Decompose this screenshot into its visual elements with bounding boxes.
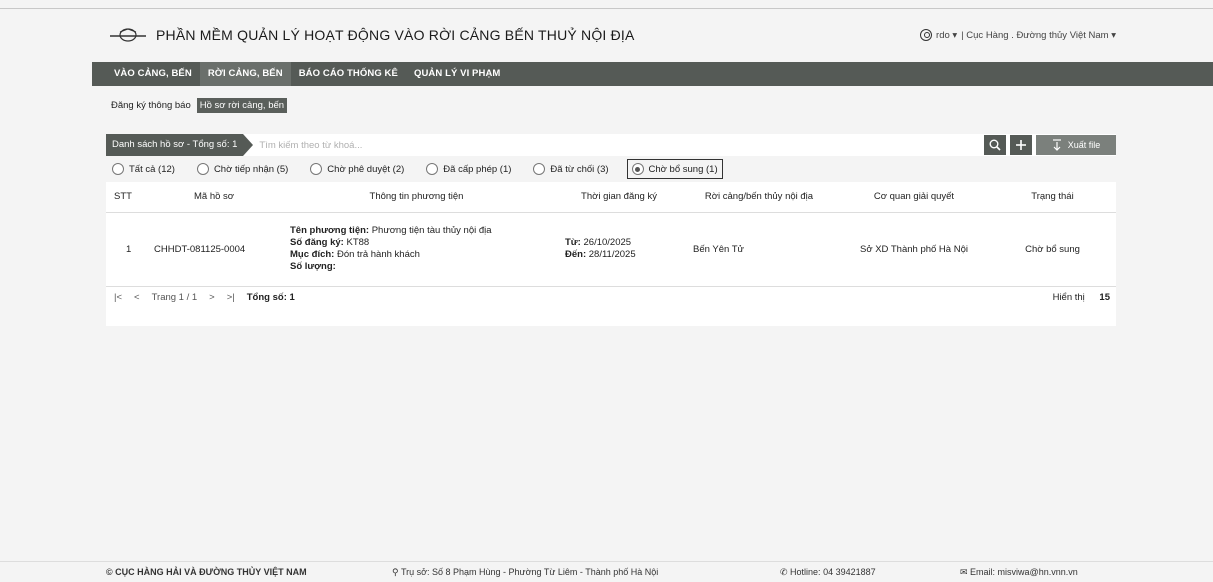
next-page-button[interactable]: > — [209, 292, 215, 303]
search-icon — [989, 139, 1001, 151]
filter-label: Đã từ chối (3) — [550, 163, 609, 175]
footer: © CỤC HÀNG HẢI VÀ ĐƯỜNG THỦY VIỆT NAM ⚲ … — [0, 561, 1213, 582]
main-nav: VÀO CẢNG, BẾN RỜI CẢNG, BẾN BÁO CÁO THỐN… — [92, 62, 1213, 86]
user-icon — [920, 29, 933, 41]
purpose: Đón trả hành khách — [336, 249, 420, 260]
table-header-row: STT Mã hồ sơ Thông tin phương tiện Thời … — [106, 182, 1116, 213]
download-icon — [1052, 139, 1061, 151]
subtab-ho-so[interactable]: Hồ sơ rời cảng, bến — [196, 98, 288, 113]
vehicle-name: Phương tiện tàu thủy nội địa — [371, 225, 492, 236]
cell-code[interactable]: CHHDT-081125-0004 — [154, 212, 274, 287]
page-size-value: 15 — [1099, 292, 1110, 303]
search-button[interactable] — [984, 135, 1006, 155]
filter-cho-tiep-nhan[interactable]: Chờ tiếp nhận (5) — [193, 159, 292, 179]
reg-number: KT88 — [346, 237, 370, 248]
footer-hotline-text: Hotline: 04 39421887 — [790, 566, 876, 577]
filter-label: Đã cấp phép (1) — [443, 163, 512, 175]
filter-da-cap-phep[interactable]: Đã cấp phép (1) — [422, 159, 515, 179]
radio-icon[interactable] — [426, 163, 439, 175]
location-icon: ⚲ — [392, 566, 401, 577]
filter-da-tu-choi[interactable]: Đã từ chối (3) — [529, 159, 612, 179]
col-co-quan: Cơ quan giải quyết — [839, 182, 989, 213]
last-page-button[interactable]: >| — [227, 292, 235, 303]
sub-tabs: Đăng ký thông báo Hồ sơ rời cảng, bến — [108, 98, 288, 113]
nav-vao-cang[interactable]: VÀO CẢNG, BẾN — [106, 62, 200, 86]
radio-icon[interactable] — [112, 163, 124, 175]
app-title: PHẦN MỀM QUẢN LÝ HOẠT ĐỘNG VÀO RỜI CẢNG … — [156, 27, 635, 43]
plus-icon — [1016, 140, 1026, 150]
filter-label: Chờ phê duyệt (2) — [327, 163, 405, 175]
cell-stt: 1 — [106, 212, 154, 287]
search-input[interactable] — [259, 135, 560, 155]
purpose-label: Mục đích: — [290, 249, 335, 260]
mail-icon: ✉ — [960, 566, 971, 577]
cell-port: Bến Yên Tử — [679, 212, 839, 287]
footer-address: ⚲ Trụ sở: Số 8 Phạm Hùng - Phường Từ Liê… — [392, 567, 658, 578]
col-ma-ho-so: Mã hồ sơ — [154, 182, 274, 213]
pagination: |< < Trang 1 / 1 > >| Tổng số: 1 Hiển th… — [106, 287, 1116, 309]
app-header: PHẦN MỀM QUẢN LÝ HOẠT ĐỘNG VÀO RỜI CẢNG … — [106, 22, 1116, 48]
subtab-dang-ky[interactable]: Đăng ký thông báo — [108, 98, 194, 113]
cell-status: Chờ bổ sung — [989, 212, 1116, 287]
page-size[interactable]: Hiển thị 15 — [1053, 292, 1110, 303]
filter-all[interactable]: Tất cả (12) — [108, 159, 179, 179]
col-thong-tin: Thông tin phương tiện — [274, 182, 559, 213]
qty-label: Số lượng: — [290, 261, 336, 272]
page-indicator: Trang 1 / 1 — [151, 292, 198, 303]
footer-hotline: ✆ Hotline: 04 39421887 — [780, 567, 876, 578]
filter-label: Chờ tiếp nhận (5) — [213, 163, 289, 175]
from-label: Từ: — [565, 237, 581, 248]
cell-agency: Sở XD Thành phố Hà Nội — [839, 212, 989, 287]
cell-vehicle-info: Tên phương tiện: Phương tiện tàu thủy nộ… — [274, 212, 559, 287]
user-area[interactable]: rdo ▾ | Cục Hàng . Đường thủy Việt Nam ▾ — [920, 29, 1116, 41]
logo-icon — [106, 24, 150, 46]
first-page-button[interactable]: |< — [114, 292, 122, 303]
footer-address-text: Trụ sở: Số 8 Phạm Hùng - Phường Từ Liêm … — [400, 566, 659, 577]
to-date: 28/11/2025 — [588, 249, 636, 260]
radio-icon[interactable] — [310, 163, 323, 175]
list-title: Danh sách hồ sơ - Tổng số: 1 — [106, 134, 254, 156]
filter-cho-phe-duyet[interactable]: Chờ phê duyệt (2) — [306, 159, 408, 179]
status-filters: Tất cả (12) Chờ tiếp nhận (5) Chờ phê du… — [106, 156, 1116, 182]
filter-cho-bo-sung[interactable]: Chờ bổ sung (1) — [626, 159, 723, 179]
phone-icon: ✆ — [780, 566, 791, 577]
filter-label: Chờ bổ sung (1) — [648, 163, 718, 175]
col-stt: STT — [106, 182, 154, 213]
nav-quan-ly-vi-pham[interactable]: QUẢN LÝ VI PHẠM — [406, 62, 508, 86]
user-menu[interactable]: rdo ▾ — [936, 30, 957, 41]
col-thoi-gian: Thời gian đăng ký — [559, 182, 679, 213]
col-trang-thai: Trạng thái — [989, 182, 1116, 213]
list-toolbar: Danh sách hồ sơ - Tổng số: 1 Xuất file — [106, 134, 1116, 156]
to-label: Đến: — [565, 249, 587, 260]
filter-label: Tất cả (12) — [129, 163, 175, 175]
nav-bao-cao[interactable]: BÁO CÁO THỐNG KÊ — [291, 62, 406, 86]
radio-icon[interactable] — [631, 163, 644, 175]
page-size-label: Hiển thị — [1052, 292, 1085, 303]
export-button[interactable]: Xuất file — [1036, 135, 1116, 155]
col-roi-cang: Rời cảng/bến thủy nội địa — [679, 182, 839, 213]
footer-org: © CỤC HÀNG HẢI VÀ ĐƯỜNG THỦY VIỆT NAM — [106, 567, 307, 577]
reg-label: Số đăng ký: — [290, 237, 344, 248]
footer-email[interactable]: ✉ Email: misviwa@hn.vnn.vn — [960, 567, 1078, 578]
table-row[interactable]: 1 CHHDT-081125-0004 Tên phương tiện: Phư… — [106, 212, 1116, 287]
cell-time: Từ: 26/10/2025 Đến: 28/11/2025 — [559, 212, 679, 287]
prev-page-button[interactable]: < — [134, 292, 140, 303]
export-label: Xuất file — [1067, 140, 1101, 150]
records-table: STT Mã hồ sơ Thông tin phương tiện Thời … — [106, 182, 1116, 287]
add-button[interactable] — [1010, 135, 1032, 155]
radio-icon[interactable] — [196, 163, 209, 175]
total-count: Tổng số: 1 — [246, 292, 295, 303]
top-divider — [0, 8, 1213, 9]
list-panel: Danh sách hồ sơ - Tổng số: 1 Xuất file T… — [106, 134, 1116, 326]
vehicle-name-label: Tên phương tiện: — [290, 225, 370, 236]
from-date: 26/10/2025 — [583, 237, 632, 248]
radio-icon[interactable] — [533, 163, 546, 175]
footer-email-text[interactable]: Email: misviwa@hn.vnn.vn — [970, 567, 1078, 577]
org-menu[interactable]: | Cục Hàng . Đường thủy Việt Nam ▾ — [961, 30, 1116, 41]
nav-roi-cang[interactable]: RỜI CẢNG, BẾN — [199, 62, 291, 86]
